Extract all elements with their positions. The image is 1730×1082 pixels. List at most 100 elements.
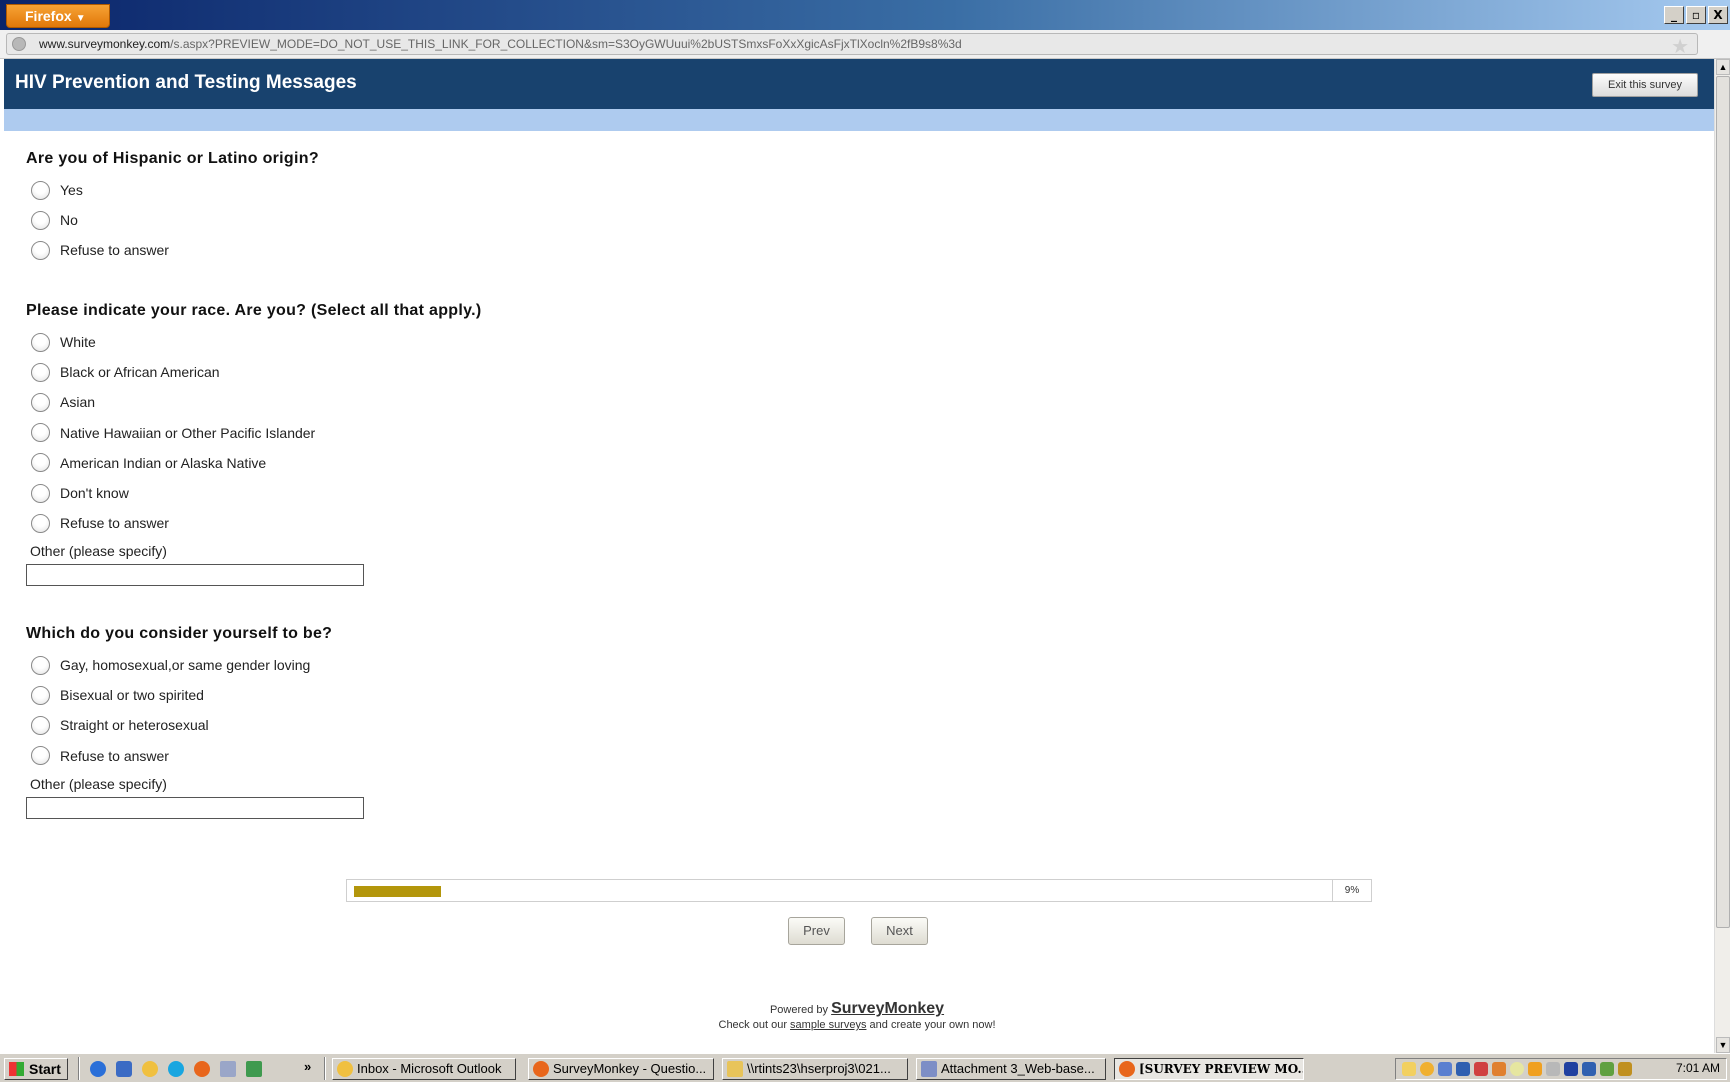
desktop-icon[interactable] <box>116 1061 132 1077</box>
task-label: [SURVEY PREVIEW MO... <box>1139 1062 1304 1076</box>
radio-button[interactable] <box>31 453 50 473</box>
survey-header: HIV Prevention and Testing Messages Exit… <box>4 59 1714 109</box>
answer-option[interactable]: Straight or heterosexual <box>26 714 826 744</box>
lock-icon[interactable] <box>1528 1062 1542 1076</box>
option-label: Bisexual or two spirited <box>60 687 204 704</box>
antivirus-icon[interactable] <box>1564 1062 1578 1076</box>
task-outlook[interactable]: Inbox - Microsoft Outlook <box>332 1058 516 1080</box>
answer-option[interactable]: White <box>26 331 826 361</box>
monitor-icon[interactable] <box>1582 1062 1596 1076</box>
network-icon[interactable] <box>1438 1062 1452 1076</box>
answer-option[interactable]: Asian <box>26 391 826 421</box>
browser-window: { "browser": { "menu_button": "Firefox",… <box>0 0 1730 1082</box>
address-bar[interactable]: www.surveymonkey.com/s.aspx?PREVIEW_MODE… <box>6 33 1698 58</box>
question-race: Please indicate your race. Are you? (Sel… <box>26 301 826 587</box>
radio-button[interactable] <box>31 423 50 443</box>
update-icon[interactable] <box>1510 1062 1524 1076</box>
page-scrollbar[interactable]: ▲ ▼ <box>1714 59 1730 1053</box>
radio-button[interactable] <box>31 332 50 352</box>
answer-option[interactable]: Don't know <box>26 482 826 512</box>
option-label: Asian <box>60 394 96 411</box>
radio-button[interactable] <box>31 655 50 675</box>
taskbar-separator <box>324 1057 326 1080</box>
network-error-icon[interactable] <box>1474 1062 1488 1076</box>
survey-title: HIV Prevention and Testing Messages <box>15 72 357 93</box>
answer-option[interactable]: Native Hawaiian or Other Pacific Islande… <box>26 422 826 452</box>
task-label: SurveyMonkey - Questio... <box>553 1061 707 1076</box>
skype-icon[interactable] <box>168 1061 184 1077</box>
option-label: Yes <box>60 182 83 199</box>
task-folder[interactable]: \\rtints23\hserproj3\021... <box>722 1058 908 1080</box>
option-label: Don't know <box>60 485 129 502</box>
speaker-icon[interactable] <box>1456 1062 1470 1076</box>
answer-option[interactable]: Yes <box>26 179 826 209</box>
next-button[interactable]: Next <box>871 917 928 945</box>
radio-button[interactable] <box>31 210 50 230</box>
outlook-tray-icon[interactable] <box>1420 1062 1434 1076</box>
outlook-icon <box>337 1061 353 1077</box>
clock: 7:01 AM <box>1675 1061 1720 1075</box>
scroll-up-arrow-icon[interactable]: ▲ <box>1716 59 1730 75</box>
task-word-document[interactable]: Attachment 3_Web-base... <box>916 1058 1106 1080</box>
answer-option[interactable]: Refuse to answer <box>26 239 826 269</box>
answer-option[interactable]: American Indian or Alaska Native <box>26 452 826 482</box>
firefox-menu-button[interactable]: Firefox ▼ <box>6 4 110 28</box>
outlook-icon[interactable] <box>142 1061 158 1077</box>
quicklaunch-more-icon[interactable]: » <box>304 1059 311 1074</box>
task-label: \\rtints23\hserproj3\021... <box>747 1061 891 1076</box>
answer-option[interactable]: Gay, homosexual,or same gender loving <box>26 654 826 684</box>
system-tray: 7:01 AM <box>1395 1058 1727 1080</box>
progress-bar: 9% <box>346 879 1372 902</box>
radio-button[interactable] <box>31 180 50 200</box>
task-surveymonkey[interactable]: SurveyMonkey - Questio... <box>528 1058 714 1080</box>
firefox-icon[interactable] <box>194 1061 210 1077</box>
scroll-down-arrow-icon[interactable]: ▼ <box>1716 1037 1730 1053</box>
radio-button[interactable] <box>31 715 50 735</box>
answer-option[interactable]: No <box>26 209 826 239</box>
answer-option[interactable]: Bisexual or two spirited <box>26 684 826 714</box>
answer-option[interactable]: Refuse to answer <box>26 512 826 542</box>
option-label: White <box>60 334 96 351</box>
radio-button[interactable] <box>31 483 50 503</box>
radio-button[interactable] <box>31 362 50 382</box>
navigation-toolbar: www.surveymonkey.com/s.aspx?PREVIEW_MODE… <box>0 30 1730 59</box>
tools-icon[interactable] <box>1618 1062 1632 1076</box>
word-icon[interactable] <box>220 1061 236 1077</box>
site-identity-icon[interactable] <box>12 37 26 51</box>
folder-icon <box>727 1061 743 1077</box>
exit-survey-button[interactable]: Exit this survey <box>1592 73 1698 97</box>
powered-by-text: Powered by <box>769 1004 829 1016</box>
bookmark-star-icon[interactable]: ★ <box>1671 36 1689 58</box>
restore-button[interactable]: ▫ <box>1686 6 1706 24</box>
firefox-icon <box>533 1061 549 1077</box>
task-survey-preview[interactable]: [SURVEY PREVIEW MO... <box>1114 1058 1304 1080</box>
radio-button[interactable] <box>31 685 50 705</box>
sync-icon[interactable] <box>1600 1062 1614 1076</box>
mail-icon[interactable] <box>1402 1062 1416 1076</box>
question-sexual-orientation: Which do you consider yourself to be? Ga… <box>26 624 826 819</box>
security-icon[interactable] <box>1492 1062 1506 1076</box>
other-specify-input[interactable] <box>26 796 364 819</box>
minimize-button[interactable]: _ <box>1664 6 1684 24</box>
question-title: Which do you consider yourself to be? <box>26 625 333 642</box>
answer-option[interactable]: Refuse to answer <box>26 745 826 775</box>
other-specify-input[interactable] <box>26 564 364 587</box>
prev-button[interactable]: Prev <box>788 917 845 945</box>
sample-surveys-link[interactable]: sample surveys <box>790 1019 866 1031</box>
start-label: Start <box>29 1061 61 1077</box>
surveymonkey-link[interactable]: SurveyMonkey <box>831 1000 944 1017</box>
answer-option[interactable]: Black or African American <box>26 361 826 391</box>
close-button[interactable]: X <box>1708 6 1728 24</box>
windows-taskbar: Start » Inbox - Microsoft Outlook Survey… <box>0 1053 1730 1082</box>
excel-icon[interactable] <box>246 1061 262 1077</box>
internet-explorer-icon[interactable] <box>90 1061 106 1077</box>
radio-button[interactable] <box>31 240 50 260</box>
progress-percent: 9% <box>1344 885 1360 896</box>
radio-button[interactable] <box>31 746 50 766</box>
wifi-icon[interactable] <box>1546 1062 1560 1076</box>
scrollbar-thumb[interactable] <box>1716 76 1730 928</box>
option-label: American Indian or Alaska Native <box>60 454 267 471</box>
radio-button[interactable] <box>31 513 50 533</box>
start-button[interactable]: Start <box>4 1058 68 1080</box>
radio-button[interactable] <box>31 392 50 412</box>
